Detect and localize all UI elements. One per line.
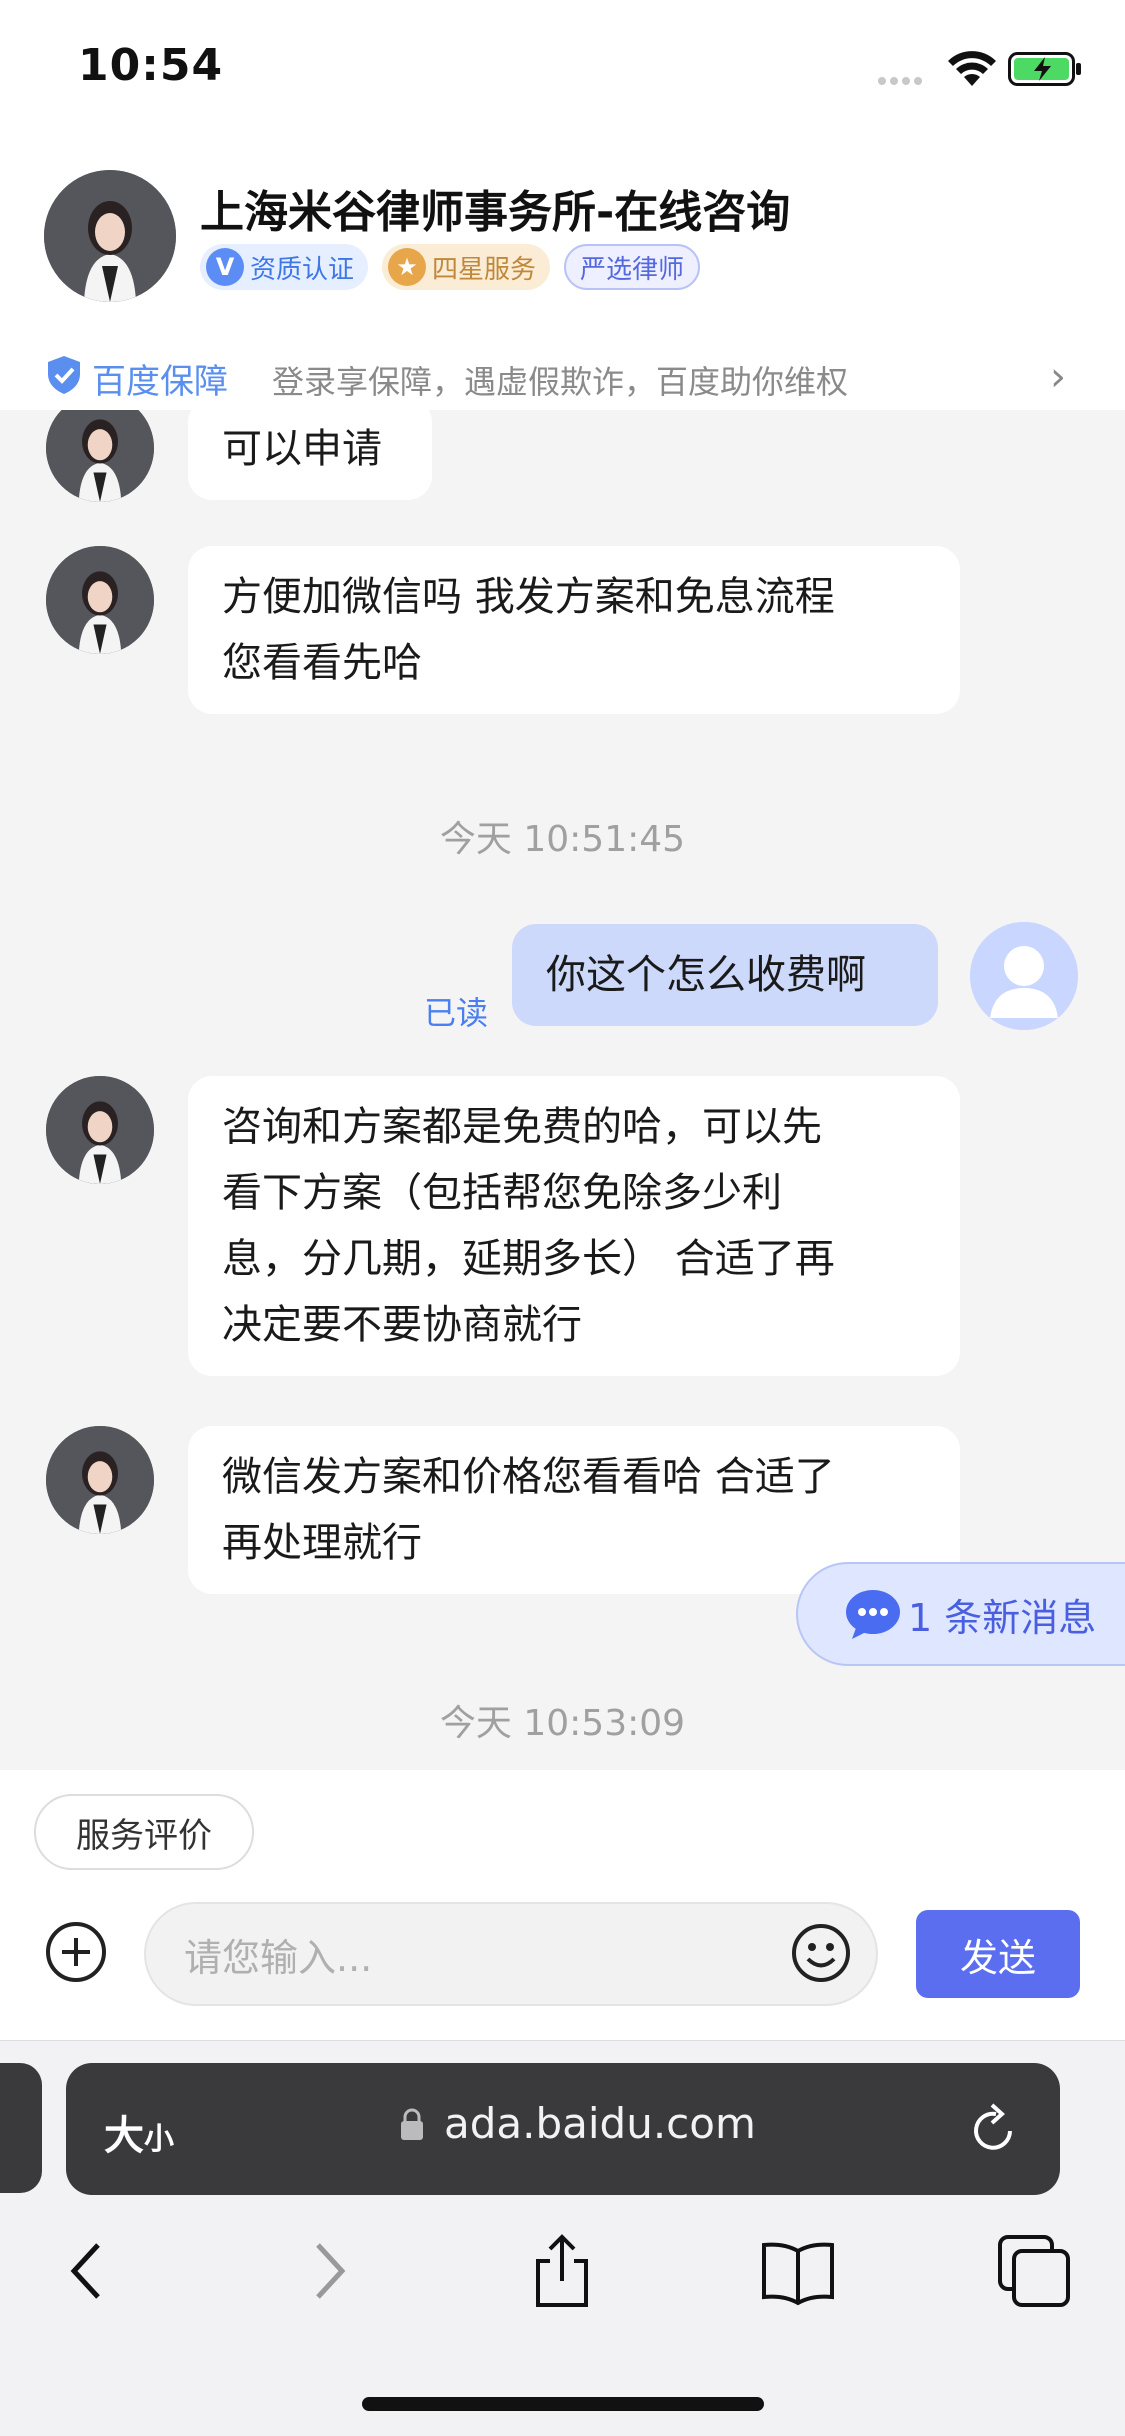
status-time: 10:54 xyxy=(78,40,224,91)
star-icon: ★ xyxy=(388,248,427,286)
badge-row: V 资质认证 ★ 四星服务 严选律师 xyxy=(200,244,701,290)
battery-icon xyxy=(1008,52,1081,86)
read-receipt: 已读 xyxy=(424,994,489,1032)
guarantee-text: 登录享保障，遇虚假欺诈，百度助你维权 xyxy=(272,363,849,401)
home-indicator xyxy=(362,2397,764,2411)
shield-icon xyxy=(48,356,80,394)
lawyer-message-bubble: 可以申请 xyxy=(188,410,432,500)
send-button[interactable]: 发送 xyxy=(916,1910,1080,1998)
guarantee-brand: 百度保障 xyxy=(92,362,228,402)
lawyer-message-avatar[interactable] xyxy=(46,546,154,654)
guarantee-banner[interactable]: 百度保障 登录享保障，遇虚假欺诈，百度助你维权 › xyxy=(0,340,1125,410)
chat-header: 上海米谷律师事务所-在线咨询 V 资质认证 ★ 四星服务 严选律师 百度保障 登… xyxy=(0,140,1125,410)
chat-bubble-icon xyxy=(846,1590,900,1639)
timestamp-label: 今天 10:53:09 xyxy=(439,1703,686,1744)
plus-icon[interactable] xyxy=(44,1920,108,1984)
certified-badge: V 资质认证 xyxy=(200,244,369,290)
lawyer-message-avatar[interactable] xyxy=(46,1076,154,1184)
reload-icon[interactable] xyxy=(966,2101,1020,2157)
bookmarks-icon[interactable] xyxy=(758,2231,838,2311)
forward-icon[interactable] xyxy=(290,2231,370,2311)
lawyer-avatar[interactable] xyxy=(44,170,176,302)
new-message-button[interactable]: 1 条新消息 xyxy=(796,1562,1125,1666)
service-rating-button[interactable]: 服务评价 xyxy=(34,1794,254,1870)
lawyer-message-bubble: 方便加微信吗 我发方案和免息流程 您看看先哈 xyxy=(188,546,960,714)
previous-tab-peek[interactable] xyxy=(0,2063,42,2193)
lawyer-message-avatar[interactable] xyxy=(46,410,154,502)
emoji-icon[interactable] xyxy=(790,1922,852,1984)
my-message-bubble: 你这个怎么收费啊 xyxy=(512,924,938,1026)
four-star-badge: ★ 四星服务 xyxy=(382,244,551,290)
input-area: 服务评价 请您输入... 发送 xyxy=(0,1770,1125,2040)
message-input[interactable]: 请您输入... xyxy=(144,1902,878,2006)
verified-icon: V xyxy=(206,248,244,286)
share-icon[interactable] xyxy=(522,2231,602,2311)
page-title: 上海米谷律师事务所-在线咨询 xyxy=(200,187,791,238)
lawyer-message-avatar[interactable] xyxy=(46,1426,154,1534)
user-avatar[interactable] xyxy=(970,922,1078,1030)
browser-toolbar: 大小 ada.baidu.com xyxy=(0,2040,1125,2436)
url-text: ada.baidu.com xyxy=(444,2099,756,2148)
tabs-icon[interactable] xyxy=(994,2231,1074,2311)
status-bar: 10:54 xyxy=(0,0,1125,140)
chevron-right-icon: › xyxy=(1050,354,1066,400)
lock-icon xyxy=(401,2108,423,2140)
chat-area[interactable]: 可以申请 方便加微信吗 我发方案和免息流程 您看看先哈 今天 10:51:45 … xyxy=(0,410,1125,1770)
address-bar[interactable]: 大小 ada.baidu.com xyxy=(66,2063,1060,2195)
selected-lawyer-badge: 严选律师 xyxy=(564,244,701,290)
text-size-button[interactable]: 大小 xyxy=(104,2103,174,2161)
wifi-icon xyxy=(948,51,996,86)
timestamp-label: 今天 10:51:45 xyxy=(439,819,686,860)
back-icon[interactable] xyxy=(46,2231,126,2311)
lawyer-message-bubble: 咨询和方案都是免费的哈，可以先 看下方案（包括帮您免除多少利 息，分几期，延期多… xyxy=(188,1076,960,1376)
signal-icon xyxy=(878,70,926,89)
